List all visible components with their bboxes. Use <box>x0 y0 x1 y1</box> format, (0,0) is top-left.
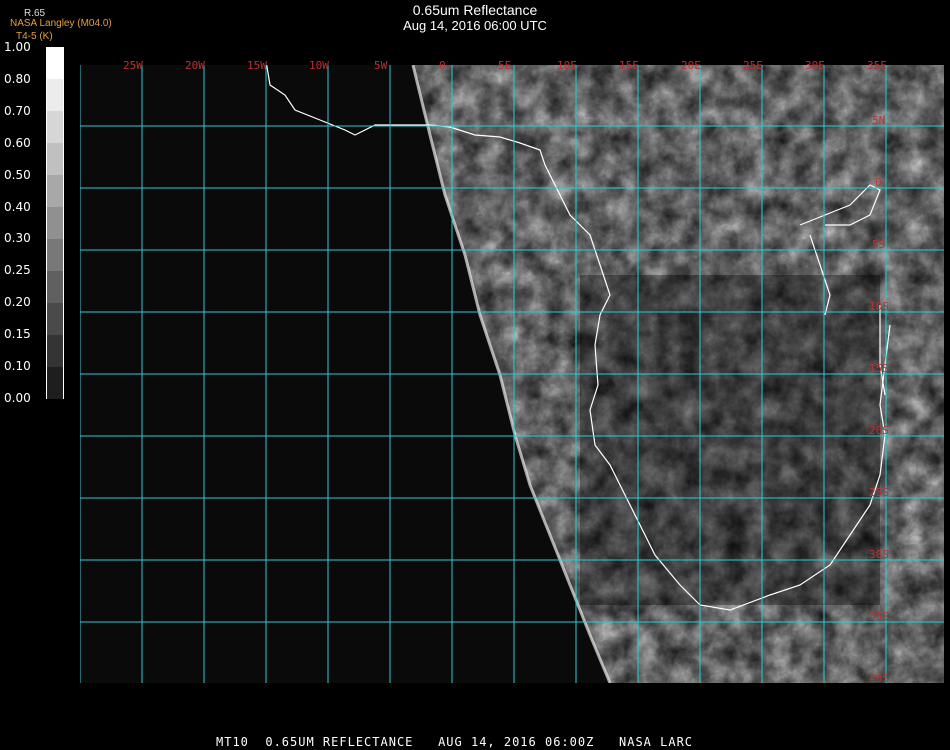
latitude-label: 0 <box>875 176 882 189</box>
colorbar-swatch <box>47 175 63 207</box>
colorbar-swatch <box>47 207 63 239</box>
latitude-label: 40S <box>869 672 889 685</box>
colorbar-swatch <box>47 79 63 111</box>
latitude-label: 30S <box>869 548 889 561</box>
latitude-label: 25S <box>869 486 889 499</box>
longitude-label: 25W <box>123 59 143 72</box>
colorbar-swatch <box>47 303 63 335</box>
longitude-label: 5W <box>374 59 388 72</box>
colorbar <box>46 47 64 399</box>
longitude-label: 20E <box>681 59 701 72</box>
page-subtitle: Aug 14, 2016 06:00 UTC <box>403 18 547 33</box>
colorbar-label: 0.00 <box>4 390 31 405</box>
colorbar-label: 0.60 <box>4 135 31 150</box>
longitude-label: 35E <box>867 59 887 72</box>
latitude-label: 10S <box>869 300 889 313</box>
latitude-label: 35S <box>869 610 889 623</box>
longitude-label: 25E <box>743 59 763 72</box>
colorbar-label: 0.40 <box>4 199 31 214</box>
land-darkening <box>580 275 880 605</box>
longitude-label: 30E <box>805 59 825 72</box>
colorbar-label: 0.25 <box>4 263 31 278</box>
credit-label: NASA Langley (M04.0) <box>10 18 112 29</box>
colorbar-swatch <box>47 239 63 271</box>
footer-caption: MT10 0.65UM REFLECTANCE AUG 14, 2016 06:… <box>216 735 694 749</box>
latitude-label: 5S <box>872 238 886 251</box>
latitude-label: 20S <box>869 424 889 437</box>
latitude-label: 5N <box>872 114 886 127</box>
latitude-label: 15S <box>869 362 889 375</box>
longitude-label: 5E <box>498 59 512 72</box>
colorbar-label: 0.15 <box>4 327 31 342</box>
longitude-label: 10W <box>309 59 329 72</box>
map-canvas <box>80 65 944 683</box>
colorbar-swatch <box>47 143 63 175</box>
colorbar-swatch <box>47 367 63 399</box>
colorbar-label: 0.50 <box>4 167 31 182</box>
colorbar-label: 0.20 <box>4 295 31 310</box>
page-title: 0.65um Reflectance <box>412 2 538 18</box>
colorbar-swatch <box>47 111 63 143</box>
satellite-map <box>80 65 944 683</box>
colorbar-swatch <box>47 335 63 367</box>
colorbar-label: 0.10 <box>4 359 31 373</box>
colorbar-label: 0.70 <box>4 103 31 118</box>
longitude-label: 15W <box>247 59 267 72</box>
colorbar-swatch <box>47 271 63 303</box>
longitude-label: 15E <box>619 59 639 72</box>
longitude-label: 0 <box>439 59 446 72</box>
colorbar-label: 0.80 <box>4 71 31 86</box>
colorbar-label: 1.00 <box>4 40 31 54</box>
colorbar-swatch <box>47 48 63 79</box>
colorbar-label: 0.30 <box>4 231 31 246</box>
longitude-label: 20W <box>185 59 205 72</box>
longitude-label: 10E <box>557 59 577 72</box>
